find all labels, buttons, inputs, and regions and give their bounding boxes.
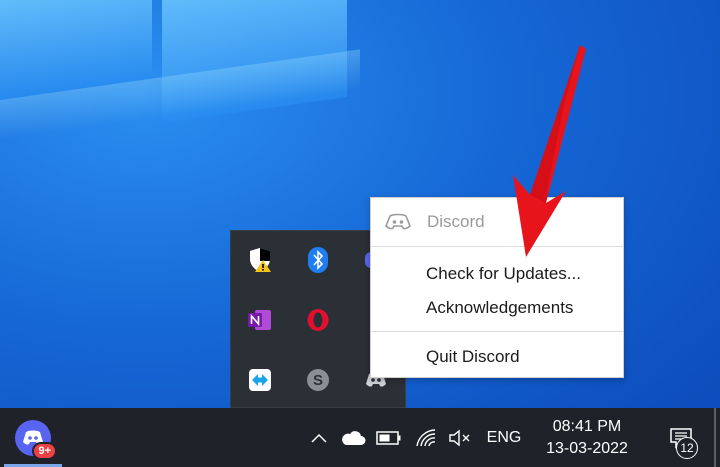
opera-icon[interactable] <box>303 305 333 335</box>
notification-badge: 9+ <box>32 441 57 460</box>
teamviewer-icon[interactable] <box>245 365 275 395</box>
volume-muted-icon[interactable] <box>446 408 474 467</box>
action-center-button[interactable]: 12 <box>656 408 706 467</box>
menu-separator <box>371 331 623 332</box>
skype-icon[interactable]: S <box>303 365 333 395</box>
taskbar-clock[interactable]: 08:41 PM 13-03-2022 <box>532 408 642 467</box>
onedrive-cloud-icon[interactable] <box>338 408 368 467</box>
clock-time: 08:41 PM <box>552 417 622 435</box>
show-desktop-button[interactable] <box>714 408 716 467</box>
discord-logo-icon <box>385 212 411 232</box>
wifi-icon[interactable] <box>412 408 440 467</box>
notification-count-badge: 12 <box>676 437 698 459</box>
red-arrow-annotation <box>513 45 586 257</box>
battery-icon[interactable] <box>374 408 404 467</box>
svg-text:S: S <box>313 372 323 389</box>
language-label: ENG <box>486 428 522 446</box>
menu-item-acknowledgements[interactable]: Acknowledgements <box>371 291 623 325</box>
discord-app-icon: 9+ <box>15 419 57 460</box>
taskbar: 9+ ENG 08:41 PM 13-03-2022 12 <box>0 408 720 467</box>
menu-item-check-for-updates[interactable]: Check for Updates... <box>371 257 623 291</box>
windows-security-warning-icon[interactable] <box>245 245 275 275</box>
onenote-icon[interactable] <box>245 305 275 335</box>
bluetooth-icon[interactable] <box>303 245 333 275</box>
context-menu-app-name: Discord <box>427 212 485 231</box>
show-hidden-icons-chevron-icon[interactable] <box>306 408 332 467</box>
clock-date: 13-03-2022 <box>546 439 628 457</box>
language-indicator[interactable]: ENG <box>482 408 526 467</box>
menu-item-quit-discord[interactable]: Quit Discord <box>371 340 623 374</box>
taskbar-discord-app[interactable]: 9+ <box>0 408 66 467</box>
